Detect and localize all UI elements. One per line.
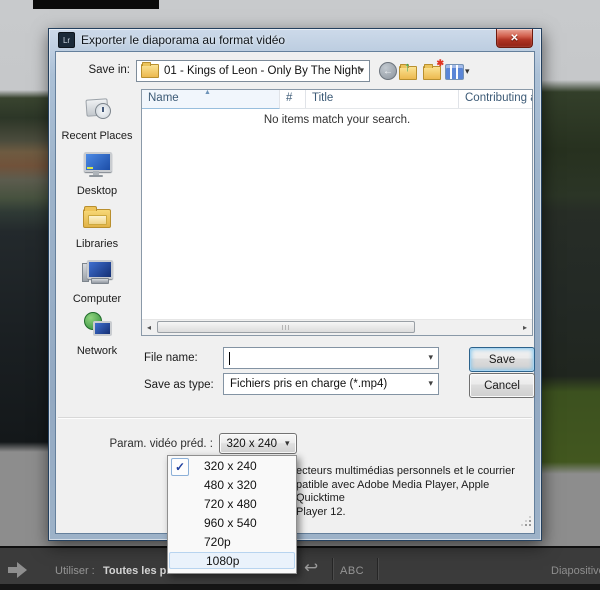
menu-item-label: 720 x 480 xyxy=(204,497,257,511)
column-header-contributing-artists[interactable]: Contributing art xyxy=(459,90,532,108)
lightroom-app-icon: Lr xyxy=(58,32,75,48)
file-name-label: File name: xyxy=(144,352,198,364)
save-as-type-dropdown[interactable]: Fichiers pris en charge (*.mp4) ▾ xyxy=(223,373,439,395)
empty-list-message: No items match your search. xyxy=(142,114,532,126)
slide-label: Diapositive xyxy=(551,565,600,577)
column-label: Name xyxy=(148,92,179,104)
text-overlay-button[interactable]: ABC xyxy=(340,565,364,577)
menu-item-label: 320 x 240 xyxy=(204,459,257,473)
menu-item-label: 720p xyxy=(204,535,231,549)
menu-item-1080p[interactable]: 1080p xyxy=(169,552,295,569)
background-top-bar xyxy=(33,0,159,9)
place-label: Libraries xyxy=(56,238,138,250)
new-sparkle-glyph: ✱ xyxy=(436,58,444,69)
menu-item-320x240[interactable]: ✓ 320 x 240 xyxy=(168,457,296,476)
chevron-down-icon[interactable]: ▾ xyxy=(428,352,433,363)
back-arrow-glyph: ← xyxy=(383,66,393,77)
menu-item-720p[interactable]: 720p xyxy=(168,533,296,552)
up-one-level-icon[interactable]: ↑ xyxy=(399,62,417,80)
place-label: Computer xyxy=(56,293,138,305)
text-cursor xyxy=(229,352,230,365)
horizontal-scrollbar[interactable]: ◂ ▸ xyxy=(142,319,532,335)
sidebar-item-network[interactable]: Network xyxy=(56,309,138,357)
description-line: Player 12. xyxy=(296,506,531,520)
preset-description: ecteurs multimédias personnels et le cou… xyxy=(296,465,531,519)
sort-ascending-icon: ▲ xyxy=(204,89,211,96)
save-as-type-label: Save as type: xyxy=(144,379,214,391)
dialog-titlebar: Lr Exporter le diaporama au format vidéo xyxy=(49,29,541,51)
column-label: # xyxy=(286,92,292,104)
column-header-name[interactable]: Name ▲ xyxy=(142,90,280,109)
computer-icon xyxy=(80,257,114,287)
file-list-header: Name ▲ # Title Contributing art xyxy=(142,90,532,109)
rotate-return-icon[interactable]: ↩ xyxy=(304,558,318,578)
sidebar-item-desktop[interactable]: Desktop xyxy=(56,149,138,197)
column-header-number[interactable]: # xyxy=(280,90,306,108)
description-line: ecteurs multimédias personnels et le cou… xyxy=(296,465,531,479)
libraries-icon xyxy=(80,202,114,232)
up-arrow-glyph: ↑ xyxy=(404,59,411,74)
description-line: patible avec Adobe Media Player, Apple Q… xyxy=(296,479,531,506)
check-glyph: ✓ xyxy=(175,458,185,477)
menu-item-label: 480 x 320 xyxy=(204,478,257,492)
file-list[interactable]: Name ▲ # Title Contributing art No items… xyxy=(141,89,533,336)
column-header-title[interactable]: Title xyxy=(306,90,459,108)
play-forward-icon[interactable] xyxy=(8,562,30,578)
section-divider xyxy=(58,417,532,419)
column-label: Contributing art xyxy=(465,92,532,104)
folder-icon xyxy=(141,64,159,78)
scroll-left-icon[interactable]: ◂ xyxy=(142,321,156,334)
video-preset-dropdown[interactable]: 320 x 240 ▾ xyxy=(219,433,297,454)
check-icon: ✓ xyxy=(171,458,189,476)
chevron-down-icon: ▾ xyxy=(428,378,433,389)
cancel-button[interactable]: Cancel xyxy=(469,373,535,398)
network-icon xyxy=(80,309,114,339)
toolbar-divider xyxy=(332,558,334,580)
background-photo-left xyxy=(0,0,48,546)
save-in-dropdown[interactable]: 01 - Kings of Leon - Only By The Night ▾ xyxy=(136,60,370,82)
video-preset-menu: ✓ 320 x 240 480 x 320 720 x 480 960 x 54… xyxy=(167,455,297,574)
resize-grip[interactable] xyxy=(521,516,531,526)
chevron-down-icon: ▾ xyxy=(359,65,364,76)
menu-item-label: 1080p xyxy=(206,554,239,568)
save-in-label: Save in: xyxy=(86,64,130,76)
place-label: Desktop xyxy=(56,185,138,197)
menu-item-960x540[interactable]: 960 x 540 xyxy=(168,514,296,533)
close-button[interactable]: ✕ xyxy=(496,29,533,48)
sidebar-item-computer[interactable]: Computer xyxy=(56,257,138,305)
save-as-type-value: Fichiers pris en charge (*.mp4) xyxy=(230,378,387,390)
use-label: Utiliser : xyxy=(55,565,95,577)
sidebar-item-libraries[interactable]: Libraries xyxy=(56,202,138,250)
save-in-value: 01 - Kings of Leon - Only By The Night xyxy=(164,65,361,77)
scrollbar-thumb[interactable] xyxy=(157,321,415,333)
save-button[interactable]: Save xyxy=(469,347,535,372)
place-label: Recent Places xyxy=(56,130,138,142)
menu-item-label: 960 x 540 xyxy=(204,516,257,530)
chevron-down-icon: ▾ xyxy=(285,438,290,449)
desktop-icon xyxy=(80,149,114,179)
place-label: Network xyxy=(56,345,138,357)
recent-places-icon xyxy=(80,94,114,124)
back-icon[interactable]: ← xyxy=(379,62,397,80)
screenshot-root: Lr Exporter le diaporama au format vidéo… xyxy=(0,0,600,590)
menu-item-720x480[interactable]: 720 x 480 xyxy=(168,495,296,514)
views-menu-icon[interactable] xyxy=(445,64,464,80)
toolbar-divider xyxy=(377,558,379,580)
background-photo-right xyxy=(542,0,600,546)
lightroom-toolbar: Utiliser : Toutes les photos d ↩ ABC Dia… xyxy=(0,546,600,590)
file-name-input[interactable]: ▾ xyxy=(223,347,439,369)
scroll-right-icon[interactable]: ▸ xyxy=(518,321,532,334)
save-button-label: Save xyxy=(489,354,515,366)
new-folder-icon[interactable]: ✱ xyxy=(423,62,441,80)
video-preset-value: 320 x 240 xyxy=(226,438,277,450)
column-label: Title xyxy=(312,92,333,104)
views-caret-icon[interactable]: ▾ xyxy=(465,66,470,77)
video-preset-label: Param. vidéo préd. : xyxy=(101,438,213,450)
close-icon: ✕ xyxy=(510,33,518,44)
cancel-button-label: Cancel xyxy=(484,380,520,392)
menu-item-480x320[interactable]: 480 x 320 xyxy=(168,476,296,495)
dialog-title: Exporter le diaporama au format vidéo xyxy=(81,33,285,47)
sidebar-item-recent-places[interactable]: Recent Places xyxy=(56,94,138,142)
